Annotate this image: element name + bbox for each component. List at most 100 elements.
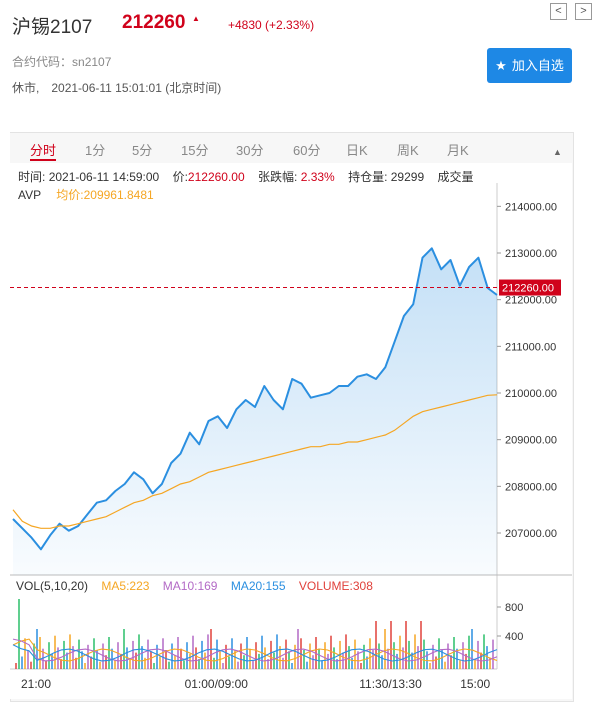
volume-bar [255, 642, 257, 669]
volume-bar [309, 643, 311, 669]
prev-contract-button[interactable]: < [550, 3, 567, 20]
tab-intraday[interactable]: 分时 [30, 140, 56, 159]
volume-bar [429, 663, 431, 669]
volume-bar [117, 642, 119, 669]
volume-bar [351, 657, 353, 669]
volume-bar [21, 656, 23, 669]
contract-code-value: sn2107 [72, 55, 112, 69]
x-tick-label: 21:00 [21, 677, 51, 691]
volume-bar [216, 639, 218, 669]
up-arrow-icon: ▲ [192, 14, 200, 23]
volume-bar [369, 638, 371, 669]
volume-bar [219, 651, 221, 669]
volume-bar [273, 652, 275, 669]
volume-value-legend: VOLUME:308 [298, 579, 373, 593]
volume-bar [423, 639, 425, 669]
market-status-text: 休市, [12, 81, 40, 95]
collapse-icon[interactable]: ▲ [553, 147, 562, 157]
volume-bar [321, 660, 323, 669]
y-tick-label: 210000.00 [505, 388, 557, 400]
price-chart-svg: 214000.00 213000.00 212000.00 211000.00 2100… [10, 183, 572, 691]
volume-bar [192, 635, 194, 669]
tab-monthly[interactable]: 月K [447, 140, 469, 159]
volume-bar [168, 661, 170, 669]
current-price: 212260 [122, 12, 186, 33]
volume-bar [312, 655, 314, 669]
x-tick-label: 11:30/13:30 [359, 677, 422, 691]
contract-code-label: 合约代码： [12, 55, 73, 69]
volume-bar [183, 660, 185, 669]
volume-bar [204, 652, 206, 669]
tab-30min[interactable]: 30分 [236, 140, 263, 159]
contract-name: 沪锡2107 [12, 17, 93, 38]
volume-bar [228, 656, 230, 669]
volume-bar [30, 661, 32, 669]
x-tick-label: 15:00 [460, 677, 490, 691]
volume-bar [306, 661, 308, 669]
ma20-legend: MA20:155 [230, 579, 286, 593]
volume-bar [249, 648, 251, 669]
volume-bar [420, 621, 422, 669]
y-tick-label: 211000.00 [505, 341, 556, 353]
volume-bar [492, 639, 494, 669]
volume-bar [432, 644, 434, 669]
market-datetime: 2021-06-11 15:01:01 (北京时间) [51, 81, 222, 95]
volume-bar [108, 637, 110, 669]
volume-bar [435, 656, 437, 669]
volume-bar [132, 640, 134, 669]
volume-bar [114, 660, 116, 669]
volume-bar [252, 660, 254, 669]
volume-bar [375, 621, 377, 669]
tab-weekly[interactable]: 周K [397, 140, 419, 159]
volume-bar [174, 655, 176, 669]
tab-15min[interactable]: 15分 [181, 140, 208, 159]
volume-bar [408, 640, 410, 669]
volume-bar [372, 650, 374, 669]
volume-bar [240, 643, 242, 669]
y-tick-label: 209000.00 [505, 435, 557, 447]
volume-bar [390, 621, 392, 669]
volume-bar [222, 663, 224, 669]
market-status: 休市, 2021-06-11 15:01:01 (北京时间) [12, 79, 221, 96]
volume-bar [276, 634, 278, 669]
volume-bar [15, 663, 17, 669]
volume-bar [201, 640, 203, 669]
volume-tick-label: 400 [505, 631, 523, 643]
volume-bar [27, 650, 29, 669]
tab-daily[interactable]: 日K [346, 140, 368, 159]
volume-bar [363, 644, 365, 669]
volume-bar [18, 599, 20, 669]
intraday-chart: 时间: 2021-06-11 14:59:00 价:212260.00 张跌幅:… [10, 163, 572, 699]
volume-bar [330, 635, 332, 669]
current-price-tag-label: 212260.00 [502, 283, 554, 295]
volume-bar [156, 644, 158, 669]
tab-60min[interactable]: 60分 [293, 140, 320, 159]
volume-bar [177, 637, 179, 669]
volume-bar [171, 643, 173, 669]
x-tick-label: 01:00/09:00 [185, 677, 249, 691]
tab-1min[interactable]: 1分 [85, 140, 105, 159]
volume-bar [189, 653, 191, 669]
tab-5min[interactable]: 5分 [132, 140, 152, 159]
volume-bar [318, 648, 320, 669]
contract-code: 合约代码：sn2107 [12, 53, 111, 70]
volume-bar [453, 637, 455, 669]
volume-bar [459, 660, 461, 669]
ma5-legend: MA5:223 [101, 579, 150, 593]
active-tab-underline [30, 159, 56, 161]
y-tick-label: 207000.00 [505, 528, 557, 540]
ma10-legend: MA10:169 [162, 579, 218, 593]
volume-bar [186, 642, 188, 669]
volume-bar [258, 653, 260, 669]
volume-bar [291, 663, 293, 669]
volume-bar [195, 647, 197, 669]
add-watchlist-button[interactable]: ★ 加入自选 [487, 48, 572, 83]
volume-bar [414, 634, 416, 669]
volume-bar [483, 634, 485, 669]
add-watchlist-label: 加入自选 [511, 58, 564, 73]
next-contract-button[interactable]: > [575, 3, 592, 20]
volume-bar [159, 656, 161, 669]
volume-bar [129, 659, 131, 669]
volume-bar [384, 629, 386, 669]
volume-bar [138, 634, 140, 669]
